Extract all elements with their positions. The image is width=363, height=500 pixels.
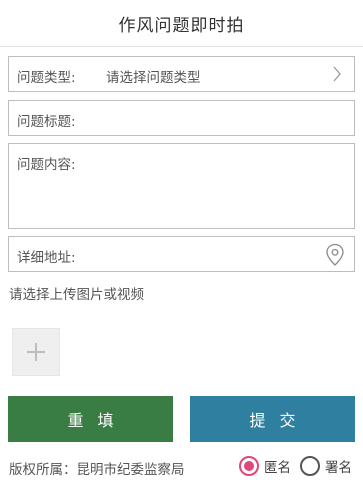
anonymous-radio[interactable]: 匿名: [239, 456, 291, 476]
issue-content-field[interactable]: 问题内容:: [8, 143, 355, 229]
issue-type-value: 请选择问题类型: [106, 70, 201, 86]
issue-title-field[interactable]: 问题标题:: [8, 100, 355, 136]
anonymous-label: 匿名: [264, 460, 291, 476]
plus-icon: [27, 343, 45, 361]
issue-type-select[interactable]: 问题类型: 请选择问题类型: [8, 56, 355, 92]
named-radio[interactable]: 署名: [300, 456, 352, 476]
issue-title-label: 问题标题:: [17, 114, 76, 130]
radio-unselected-icon: [300, 456, 320, 476]
location-pin-icon[interactable]: [325, 243, 345, 267]
submit-button[interactable]: 提交: [190, 396, 355, 442]
issue-type-label: 问题类型:: [17, 70, 76, 86]
add-media-button[interactable]: [12, 328, 60, 376]
upload-hint: 请选择上传图片或视频: [9, 287, 144, 303]
app-header: 作风问题即时拍: [0, 0, 363, 47]
copyright-text: 版权所属：昆明市纪委监察局: [9, 462, 185, 478]
radio-dot: [244, 461, 254, 471]
reset-button[interactable]: 重填: [8, 396, 173, 442]
address-field[interactable]: 详细地址:: [8, 236, 355, 272]
chevron-right-icon: [333, 66, 341, 82]
named-label: 署名: [325, 460, 352, 476]
address-label: 详细地址:: [17, 250, 76, 266]
page-title: 作风问题即时拍: [118, 15, 245, 36]
radio-selected-icon: [239, 456, 259, 476]
issue-content-label: 问题内容:: [17, 157, 76, 173]
